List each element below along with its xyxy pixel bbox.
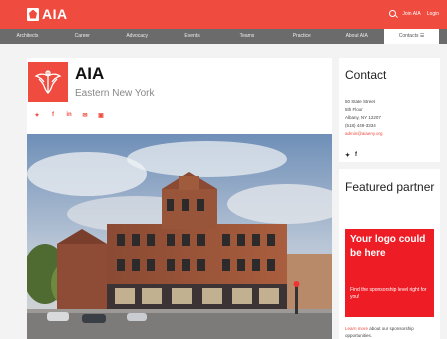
chapter-card: AIA Eastern New York ✦ f in ✉ ▣ (27, 58, 332, 339)
nav-item-teams[interactable]: Teams (220, 29, 275, 44)
address-line: 5th Floor (345, 107, 363, 112)
print-icon[interactable]: ▣ (96, 110, 106, 120)
page-content: AIA Eastern New York ✦ f in ✉ ▣ Contact … (0, 44, 447, 339)
sponsor-promo[interactable]: Your logo could be here Find the sponsor… (345, 229, 434, 317)
logo-text: AIA (42, 6, 68, 22)
featured-title: Featured partner (345, 180, 435, 194)
nav-item-events[interactable]: Events (165, 29, 220, 44)
facebook-icon[interactable]: f (48, 110, 58, 120)
nav-item-architects[interactable]: Architects (0, 29, 55, 44)
contact-title: Contact (345, 68, 387, 82)
twitter-icon[interactable]: ✦ (345, 152, 350, 159)
address-line: Albany, NY 12207 (345, 115, 381, 120)
phone-number[interactable]: (518) 449-3334 (345, 122, 383, 130)
main-nav: Architects Career Advocacy Events Teams … (0, 29, 447, 44)
learn-more-link[interactable]: Learn more (345, 326, 368, 331)
share-icons: ✦ f in ✉ ▣ (32, 110, 106, 120)
twitter-icon[interactable]: ✦ (32, 110, 42, 120)
nav-item-career[interactable]: Career (55, 29, 110, 44)
promo-body: Find the sponsorship level right for you… (350, 287, 427, 300)
contact-panel: Contact 50 State Street 5th Floor Albany… (339, 58, 440, 162)
learn-more-text: Learn more about our sponsorship opportu… (345, 325, 435, 339)
aia-eagle-icon (27, 7, 39, 21)
facebook-icon[interactable]: f (355, 152, 357, 159)
join-link[interactable]: Join AIA (402, 11, 420, 17)
nav-item-practice[interactable]: Practice (274, 29, 329, 44)
login-link[interactable]: Login (427, 11, 439, 17)
email-link[interactable]: admin@aiaeny.org (345, 130, 383, 138)
top-bar: AIA Join AIA Login (0, 0, 447, 29)
email-icon[interactable]: ✉ (80, 110, 90, 120)
nav-item-contacts[interactable]: Contacts ☰ (384, 29, 439, 44)
top-right-links: Join AIA Login (389, 10, 439, 17)
featured-partner-panel: Featured partner Your logo could be here… (339, 169, 440, 339)
contact-address: 50 State Street 5th Floor Albany, NY 122… (345, 98, 383, 138)
promo-heading: Your logo could be here (350, 234, 426, 259)
eagle-icon (34, 70, 62, 94)
nav-item-about[interactable]: About AIA (329, 29, 384, 44)
address-line: 50 State Street (345, 99, 376, 104)
chapter-subtitle: Eastern New York (75, 88, 155, 99)
nav-item-advocacy[interactable]: Advocacy (110, 29, 165, 44)
building-image (27, 134, 332, 339)
chapter-title: AIA (75, 64, 105, 83)
aia-logo[interactable]: AIA (27, 6, 68, 22)
linkedin-icon[interactable]: in (64, 110, 74, 120)
building-photo (27, 134, 332, 339)
chapter-eagle-logo (28, 62, 68, 102)
search-icon[interactable] (389, 10, 397, 17)
contact-social: ✦ f (345, 152, 357, 159)
